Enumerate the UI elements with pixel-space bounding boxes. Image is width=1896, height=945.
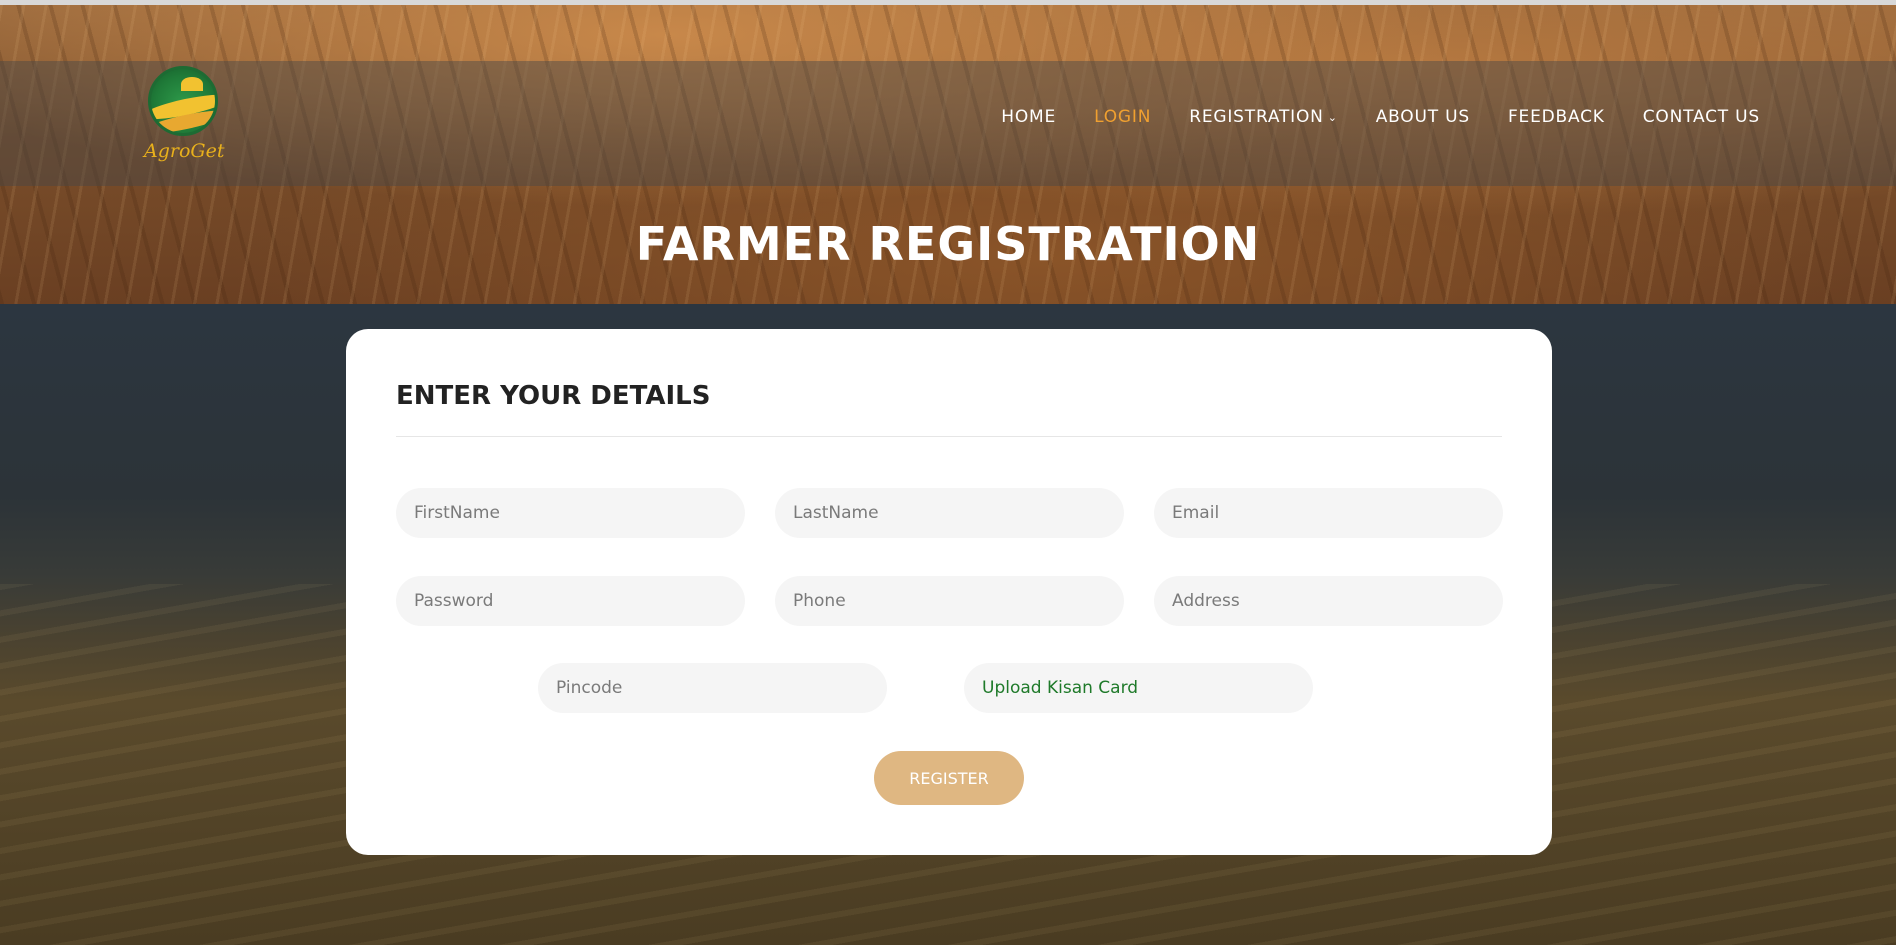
registration-card: ENTER YOUR DETAILS FirstName LastName Em…: [346, 329, 1552, 855]
divider: [396, 436, 1502, 437]
nav-feedback-label: FEEDBACK: [1507, 107, 1605, 127]
phone-placeholder: Phone: [793, 591, 846, 611]
upload-label: Upload Kisan Card: [982, 678, 1139, 698]
register-button[interactable]: REGISTER: [874, 751, 1024, 805]
nav-about-label: ABOUT US: [1375, 107, 1470, 127]
firstname-input[interactable]: FirstName: [396, 488, 745, 538]
brand-name: AgroGet: [144, 140, 225, 162]
firstname-placeholder: FirstName: [414, 503, 500, 523]
nav-feedback[interactable]: FEEDBACK: [1508, 107, 1605, 127]
address-placeholder: Address: [1172, 591, 1240, 611]
email-input[interactable]: Email: [1154, 488, 1503, 538]
logo-emblem-icon: [148, 66, 218, 136]
kisan-card-upload[interactable]: Upload Kisan Card: [964, 663, 1313, 713]
main-nav: HOME LOGIN REGISTRATION ⌄ ABOUT US FEEDBA…: [963, 107, 1760, 127]
lastname-placeholder: LastName: [793, 503, 879, 523]
phone-input[interactable]: Phone: [775, 576, 1124, 626]
nav-contact[interactable]: CONTACT US: [1643, 107, 1760, 127]
form-title: ENTER YOUR DETAILS: [396, 381, 711, 411]
email-placeholder: Email: [1172, 503, 1220, 523]
nav-login-label: LOGIN: [1094, 107, 1152, 127]
pincode-input[interactable]: Pincode: [538, 663, 887, 713]
nav-home[interactable]: HOME: [1001, 107, 1056, 127]
page-title: FARMER REGISTRATION: [635, 217, 1261, 271]
password-placeholder: Password: [414, 591, 494, 611]
nav-registration-label: REGISTRATION: [1189, 107, 1324, 127]
address-input[interactable]: Address: [1154, 576, 1503, 626]
brand-logo[interactable]: AgroGet: [144, 66, 224, 170]
pincode-placeholder: Pincode: [556, 678, 623, 698]
password-input[interactable]: Password: [396, 576, 745, 626]
lastname-input[interactable]: LastName: [775, 488, 1124, 538]
nav-contact-label: CONTACT US: [1642, 107, 1760, 127]
nav-about[interactable]: ABOUT US: [1376, 107, 1470, 127]
nav-home-label: HOME: [1001, 107, 1057, 127]
chevron-down-icon: ⌄: [1327, 110, 1338, 124]
nav-registration[interactable]: REGISTRATION ⌄: [1189, 107, 1337, 127]
top-border: [0, 0, 1896, 5]
nav-login[interactable]: LOGIN: [1094, 107, 1151, 127]
